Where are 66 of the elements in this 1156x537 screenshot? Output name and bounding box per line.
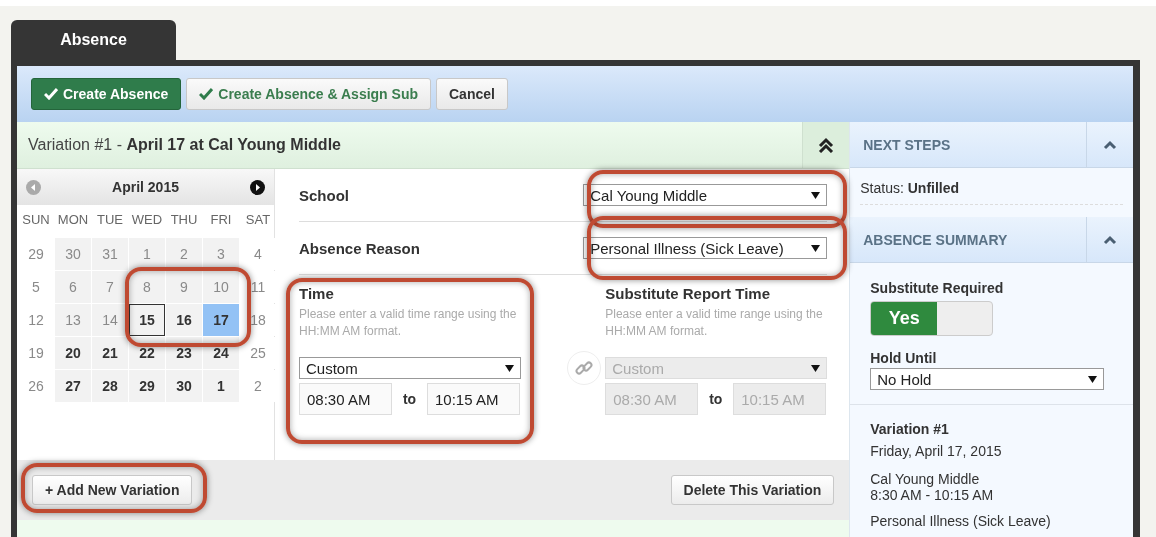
link-button[interactable]	[567, 351, 601, 385]
summary-reason: Personal Illness (Sick Leave)	[870, 513, 1052, 529]
weekday-label: SAT	[244, 210, 272, 229]
hold-until-select[interactable]: No Hold	[870, 368, 1105, 390]
substitute-toggle[interactable]: Yes	[870, 301, 994, 336]
next-month-icon[interactable]	[250, 179, 265, 195]
school-label: School	[299, 186, 349, 204]
weekday-label: WED	[130, 210, 164, 229]
time-hint: Please enter a valid time range using the HH:MM AM format.	[605, 306, 824, 340]
calendar-day[interactable]: 1	[203, 370, 239, 402]
toolbar-button[interactable]: Cancel	[436, 78, 508, 110]
calendar-day[interactable]: 21	[92, 337, 128, 369]
toolbar-button[interactable]: Create Absence	[31, 78, 182, 110]
calendar-day[interactable]: 16	[166, 304, 202, 336]
time-hint: Please enter a valid time range using the HH:MM AM format.	[299, 306, 518, 340]
caret-icon	[1088, 375, 1098, 383]
chevron-up-icon	[1102, 234, 1118, 245]
chevron-up-icon	[1102, 139, 1118, 150]
summary-school: Cal Young Middle	[870, 471, 981, 487]
to-label: to	[401, 391, 418, 407]
calendar-day[interactable]: 17	[203, 304, 239, 336]
hold-until-label: Hold Until	[870, 350, 938, 366]
chain-link-icon	[575, 359, 593, 377]
calendar-day[interactable]: 29	[129, 370, 165, 402]
check-icon	[199, 88, 214, 100]
toggle-label: Yes	[871, 302, 938, 335]
caret-icon	[811, 244, 821, 252]
month-title: April 2015	[112, 179, 179, 195]
school-select[interactable]: Cal Young Middle	[583, 184, 828, 206]
status-text: Status: Unfilled	[860, 180, 1123, 205]
end-time-field[interactable]: 10:15 AM	[427, 383, 520, 415]
time-title: Substitute Report Time	[605, 285, 771, 302]
previous-month-icon[interactable]	[26, 179, 41, 195]
calendar-day[interactable]: 20	[55, 337, 91, 369]
time-preset-select[interactable]: Custom	[299, 357, 521, 379]
absence-summary-title: ABSENCE SUMMARY	[862, 230, 1009, 250]
check-icon	[44, 88, 58, 100]
calendar-day[interactable]: 30	[166, 370, 202, 402]
toolbar-button[interactable]: Create Absence & Assign Sub	[186, 78, 431, 110]
to-label: to	[708, 391, 724, 407]
add-variation-button[interactable]: + Add New Variation	[32, 475, 193, 505]
collapse-button[interactable]	[802, 122, 850, 168]
weekday-label: THU	[169, 210, 199, 229]
weekday-label: MON	[56, 210, 90, 229]
caret-icon	[811, 191, 821, 199]
summary-time: 8:30 AM - 10:15 AM	[870, 487, 995, 503]
delete-variation-button[interactable]: Delete This Variation	[670, 475, 835, 505]
variation-title: Variation #1 - April 17 at Cal Young Middle	[27, 135, 342, 155]
absence-reason-select[interactable]: Personal Illness (Sick Leave)	[583, 237, 828, 259]
next-steps-title: NEXT STEPS	[862, 135, 952, 155]
caret-icon	[505, 364, 514, 372]
calendar-day[interactable]: 28	[92, 370, 128, 402]
substitute-required-label: Substitute Required	[870, 280, 1005, 296]
start-time-field[interactable]: 08:30 AM	[299, 383, 392, 415]
caret-icon	[811, 364, 821, 372]
calendar-day[interactable]: 27	[55, 370, 91, 402]
time-title: Time	[299, 285, 335, 302]
summary-date: Friday, April 17, 2015	[870, 443, 1003, 459]
absence-reason-label: Absence Reason	[299, 239, 420, 257]
weekday-label: TUE	[96, 210, 124, 229]
calendar-day[interactable]: 15	[129, 304, 165, 336]
weekday-label: FRI	[209, 210, 233, 229]
double-chevron-up-icon	[818, 137, 835, 153]
absence-tab[interactable]: Absence	[11, 20, 176, 60]
summary-variation-title: Variation #1	[870, 421, 950, 437]
weekday-label: SUN	[21, 210, 51, 229]
